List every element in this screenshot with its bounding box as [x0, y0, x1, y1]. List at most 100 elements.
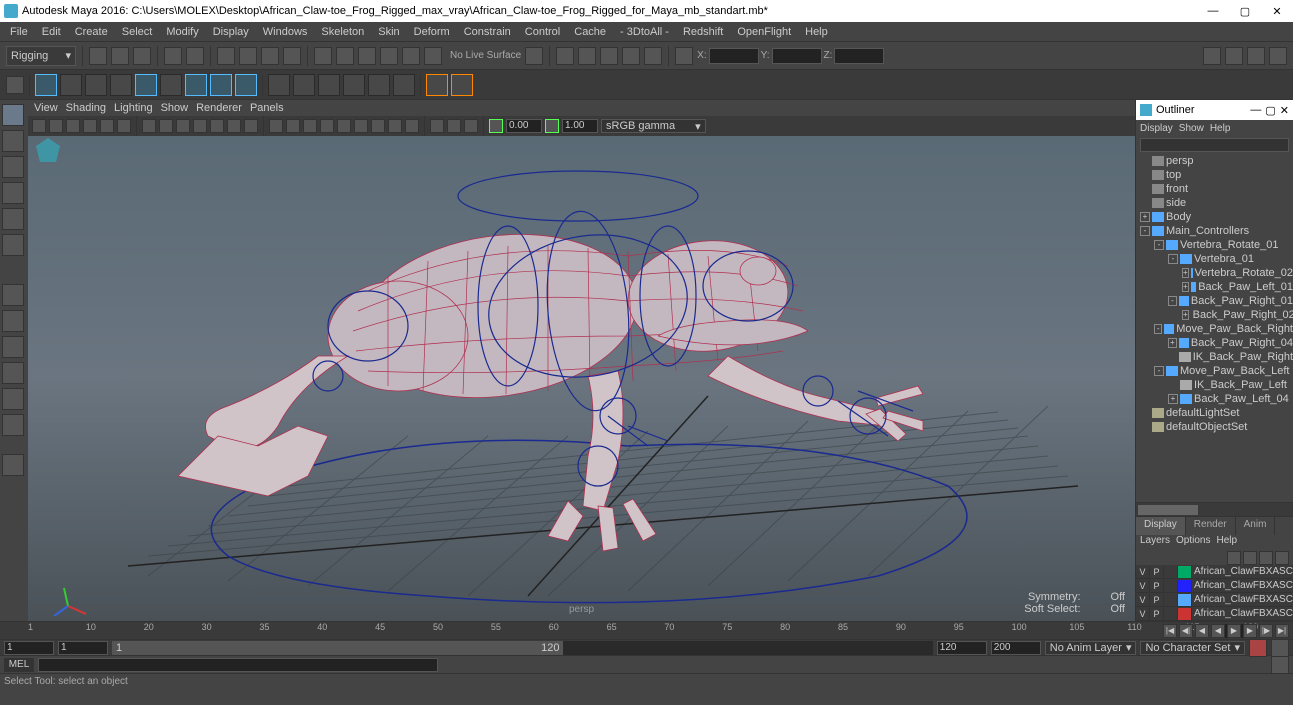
- redo-icon[interactable]: [186, 47, 204, 65]
- layer-playback-toggle[interactable]: P: [1150, 608, 1164, 620]
- outliner-scrollbar[interactable]: [1136, 502, 1293, 516]
- new-layer-selected-icon[interactable]: [1275, 551, 1289, 565]
- layer-tab-render[interactable]: Render: [1186, 517, 1236, 535]
- panel-menu-panels[interactable]: Panels: [250, 102, 284, 114]
- layer-color-swatch[interactable]: [1178, 580, 1192, 592]
- outliner-item[interactable]: +Vertebra_Rotate_02: [1136, 266, 1293, 280]
- layer-visibility-toggle[interactable]: V: [1136, 580, 1150, 592]
- gamma-toggle-icon[interactable]: [545, 119, 559, 133]
- tree-expand-icon[interactable]: +: [1182, 310, 1189, 320]
- layer-display-type[interactable]: [1164, 566, 1178, 578]
- exposure-field[interactable]: 0.00: [506, 119, 542, 133]
- field-chart-icon[interactable]: [210, 119, 224, 133]
- layout-two-stack-icon[interactable]: [2, 362, 24, 384]
- snap-plane-icon[interactable]: [380, 47, 398, 65]
- panel-menu-view[interactable]: View: [34, 102, 58, 114]
- motion-blur-icon[interactable]: [388, 119, 402, 133]
- shadows-icon[interactable]: [320, 119, 334, 133]
- shelf-curve-3-icon[interactable]: [318, 74, 340, 96]
- shelf-snap-move-icon[interactable]: [35, 74, 57, 96]
- layer-playback-toggle[interactable]: P: [1150, 580, 1164, 592]
- menu-deform[interactable]: Deform: [408, 24, 456, 40]
- toggle-tool-settings-icon[interactable]: [1225, 47, 1243, 65]
- menu-skeleton[interactable]: Skeleton: [315, 24, 370, 40]
- select-by-hierarchy-icon[interactable]: [217, 47, 235, 65]
- outliner-item[interactable]: +Back_Paw_Left_01: [1136, 280, 1293, 294]
- snap-point-icon[interactable]: [358, 47, 376, 65]
- outliner-maximize-icon[interactable]: ▢: [1265, 104, 1275, 117]
- layout-custom-icon[interactable]: [2, 454, 24, 476]
- outliner-search-input[interactable]: [1140, 138, 1289, 152]
- menu-file[interactable]: File: [4, 24, 34, 40]
- maximize-button[interactable]: ▢: [1233, 5, 1257, 18]
- step-back-icon[interactable]: ◀: [1195, 624, 1209, 638]
- gamma-field[interactable]: 1.00: [562, 119, 598, 133]
- layer-tab-anim[interactable]: Anim: [1236, 517, 1276, 535]
- new-scene-icon[interactable]: [89, 47, 107, 65]
- camera-bookmark-icon[interactable]: [66, 119, 80, 133]
- outliner-tree[interactable]: persptopfrontside+Body-Main_Controllers-…: [1136, 154, 1293, 502]
- tree-expand-icon[interactable]: +: [1182, 268, 1189, 278]
- layer-playback-toggle[interactable]: P: [1150, 566, 1164, 578]
- layer-row[interactable]: VPAfrican_ClawFBXASC04: [1136, 579, 1293, 593]
- grease-pencil-icon[interactable]: [117, 119, 131, 133]
- outliner-item[interactable]: -Main_Controllers: [1136, 224, 1293, 238]
- outliner-menu-help[interactable]: Help: [1210, 123, 1231, 134]
- select-by-name-icon[interactable]: [283, 47, 301, 65]
- menu-edit[interactable]: Edit: [36, 24, 67, 40]
- layout-single-icon[interactable]: [2, 284, 24, 306]
- layer-row[interactable]: VPAfrican_ClawFBXASC04: [1136, 607, 1293, 621]
- menu-help[interactable]: Help: [799, 24, 834, 40]
- script-editor-icon[interactable]: [1271, 656, 1289, 674]
- safe-action-icon[interactable]: [227, 119, 241, 133]
- outliner-menu-display[interactable]: Display: [1140, 123, 1173, 134]
- tree-expand-icon[interactable]: +: [1168, 338, 1177, 348]
- menu-control[interactable]: Control: [519, 24, 566, 40]
- auto-key-icon[interactable]: [1249, 639, 1267, 657]
- save-scene-icon[interactable]: [133, 47, 151, 65]
- command-input[interactable]: [38, 658, 438, 672]
- shelf-symmetry-1-icon[interactable]: [426, 74, 448, 96]
- outliner-item[interactable]: defaultObjectSet: [1136, 420, 1293, 434]
- step-forward-icon[interactable]: ▶: [1243, 624, 1257, 638]
- shelf-curve-1-icon[interactable]: [268, 74, 290, 96]
- new-empty-layer-icon[interactable]: [1259, 551, 1273, 565]
- lasso-tool-icon[interactable]: [2, 130, 24, 152]
- resolution-gate-icon[interactable]: [176, 119, 190, 133]
- layer-display-type[interactable]: [1164, 594, 1178, 606]
- input-mode-icon[interactable]: [675, 47, 693, 65]
- outliner-item[interactable]: -Vertebra_Rotate_01: [1136, 238, 1293, 252]
- film-gate-icon[interactable]: [159, 119, 173, 133]
- layer-display-type[interactable]: [1164, 608, 1178, 620]
- shelf-curve-5-icon[interactable]: [368, 74, 390, 96]
- snap-surface-icon[interactable]: [402, 47, 420, 65]
- move-layer-down-icon[interactable]: [1243, 551, 1257, 565]
- y-input[interactable]: [772, 48, 822, 64]
- close-button[interactable]: ✕: [1265, 5, 1289, 18]
- rotate-tool-icon[interactable]: [2, 208, 24, 230]
- shelf-curve-6-icon[interactable]: [393, 74, 415, 96]
- render-settings-icon[interactable]: [622, 47, 640, 65]
- layer-tab-display[interactable]: Display: [1136, 517, 1186, 535]
- outliner-item[interactable]: -Move_Paw_Back_Right: [1136, 322, 1293, 336]
- playback-start-field[interactable]: 1: [58, 641, 108, 655]
- panel-menu-lighting[interactable]: Lighting: [114, 102, 153, 114]
- dof-icon[interactable]: [405, 119, 419, 133]
- menu-display[interactable]: Display: [207, 24, 255, 40]
- x-input[interactable]: [709, 48, 759, 64]
- menu-create[interactable]: Create: [69, 24, 114, 40]
- use-lights-icon[interactable]: [303, 119, 317, 133]
- toggle-channelbox-icon[interactable]: [1203, 47, 1221, 65]
- tree-expand-icon[interactable]: -: [1154, 366, 1164, 376]
- outliner-item[interactable]: IK_Back_Paw_Right: [1136, 350, 1293, 364]
- wire-on-shaded-icon[interactable]: [337, 119, 351, 133]
- outliner-item[interactable]: side: [1136, 196, 1293, 210]
- gate-mask-icon[interactable]: [193, 119, 207, 133]
- camera-lock-icon[interactable]: [49, 119, 63, 133]
- menu-openflight[interactable]: OpenFlight: [731, 24, 797, 40]
- layer-color-swatch[interactable]: [1178, 566, 1192, 578]
- layer-display-type[interactable]: [1164, 580, 1178, 592]
- range-track[interactable]: 1120: [112, 641, 933, 655]
- shelf-tool-4-icon[interactable]: [110, 74, 132, 96]
- shelf-curve-4-icon[interactable]: [343, 74, 365, 96]
